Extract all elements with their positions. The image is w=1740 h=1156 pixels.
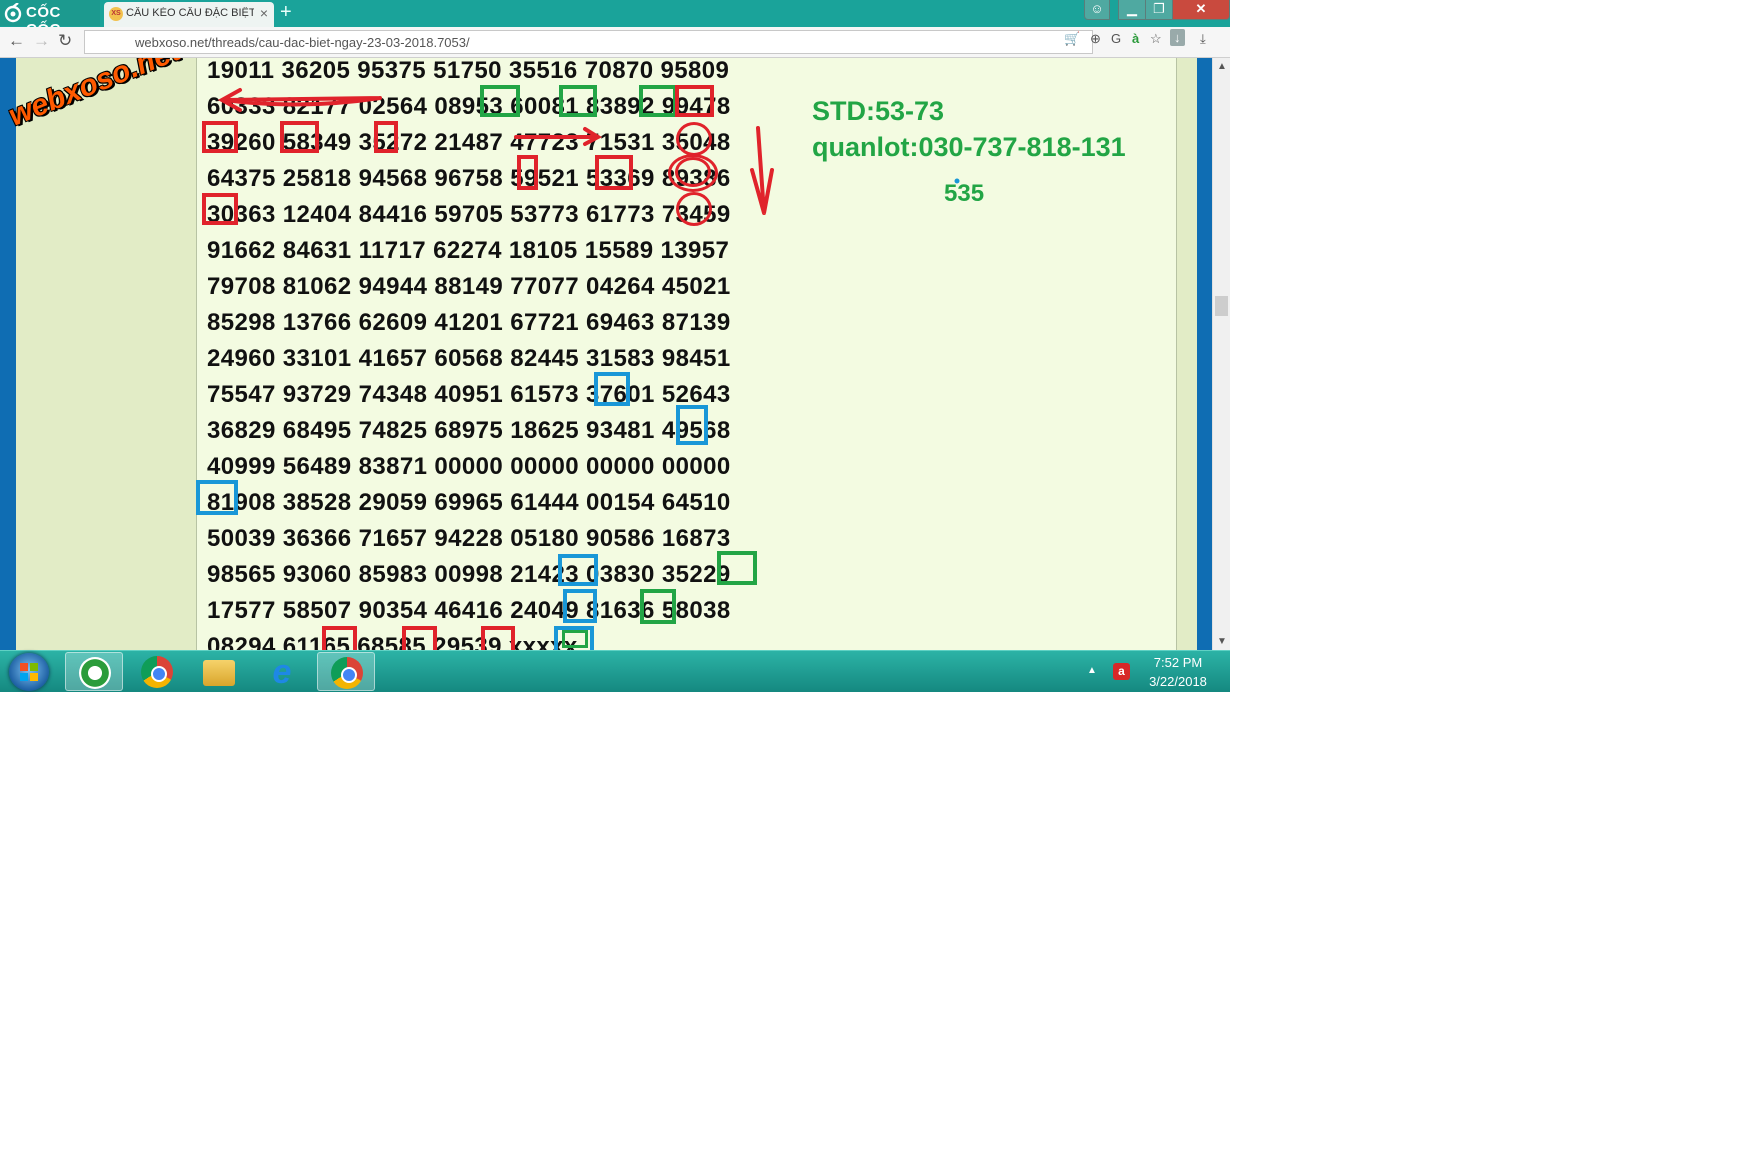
tray-app-icon[interactable]: a (1113, 663, 1130, 680)
down-arrow (750, 126, 774, 215)
reload-icon[interactable]: ↻ (58, 31, 72, 51)
close-tab-icon[interactable]: × (260, 5, 268, 21)
windows-taskbar: e ▲ a 7:52 PM 3/22/2018 (0, 650, 1230, 692)
taskbar-chrome[interactable] (128, 652, 186, 691)
cart-icon[interactable]: 🛒 (1064, 31, 1080, 47)
file-explorer-icon (203, 660, 235, 686)
minimize-icon: ▁ (1127, 1, 1137, 16)
scroll-up-icon[interactable]: ▲ (1217, 61, 1227, 72)
tray-expand-icon[interactable]: ▲ (1087, 665, 1097, 676)
tab-bar: CỐC CỐC XS CẦU KÉO CẦU ĐẶC BIỆT × + ☺ ▁ … (0, 0, 1230, 38)
vertical-scrollbar[interactable]: ▲ ▼ (1212, 58, 1230, 650)
new-tab-icon[interactable]: + (280, 1, 292, 24)
taskbar-explorer[interactable] (190, 652, 248, 691)
internet-explorer-icon: e (272, 653, 292, 691)
coccoc-brand[interactable]: CỐC CỐC (0, 0, 100, 38)
translate-icon[interactable]: G (1111, 31, 1121, 46)
cursor-dot (954, 178, 960, 184)
strike-arrow-left (217, 88, 382, 112)
close-window-button[interactable]: ✕ (1172, 0, 1230, 20)
close-icon: ✕ (1195, 1, 1207, 16)
chrome-app-icon (331, 657, 363, 689)
address-bar[interactable]: webxoso.net/threads/cau-dac-biet-ngay-23… (84, 30, 1093, 54)
taskbar-coccoc[interactable] (65, 652, 123, 691)
person-icon: ☺ (1090, 1, 1104, 16)
star-icon[interactable]: ☆ (1150, 31, 1162, 47)
windows-logo-icon (20, 663, 38, 681)
navigation-bar: ← → ↻ webxoso.net/threads/cau-dac-biet-n… (0, 27, 1230, 58)
taskbar-chrome-2[interactable] (317, 652, 375, 691)
strike-arrow-right (514, 127, 603, 146)
coccoc-logo-icon (4, 3, 22, 23)
page-viewport: 19011 36205 95375 51750 35516 70870 9580… (0, 58, 1212, 650)
tab-title: CẦU KÉO CẦU ĐẶC BIỆT (126, 7, 254, 19)
coccoc-icon[interactable]: à (1132, 31, 1139, 46)
scroll-down-icon[interactable]: ▼ (1217, 636, 1227, 647)
restore-button[interactable]: ❐ (1145, 0, 1173, 20)
forward-icon[interactable]: → (33, 31, 50, 51)
site-favicon-icon: XS (109, 7, 123, 21)
browser-tab[interactable]: XS CẦU KÉO CẦU ĐẶC BIỆT × (104, 2, 274, 27)
coccoc-app-icon (79, 657, 111, 689)
back-icon[interactable]: ← (8, 31, 25, 51)
url-text: webxoso.net/threads/cau-dac-biet-ngay-23… (135, 35, 470, 50)
zoom-icon[interactable]: ⊕ (1090, 31, 1101, 47)
scroll-thumb[interactable] (1215, 296, 1228, 316)
taskbar-ie[interactable]: e (253, 652, 311, 691)
screenshot: CỐC CỐC XS CẦU KÉO CẦU ĐẶC BIỆT × + ☺ ▁ … (0, 0, 1230, 692)
restore-icon: ❐ (1153, 1, 1165, 16)
annotation-arrows (217, 88, 960, 215)
minimize-button[interactable]: ▁ (1118, 0, 1146, 20)
chrome-app-icon (141, 656, 173, 688)
start-button[interactable] (9, 653, 49, 691)
download-icon[interactable]: ⤓ (1200, 31, 1206, 47)
profile-button[interactable]: ☺ (1084, 0, 1110, 20)
clock-date[interactable]: 3/22/2018 (1142, 674, 1214, 689)
clock-time[interactable]: 7:52 PM (1150, 655, 1206, 670)
download-page-icon[interactable]: ↓ (1170, 29, 1185, 46)
